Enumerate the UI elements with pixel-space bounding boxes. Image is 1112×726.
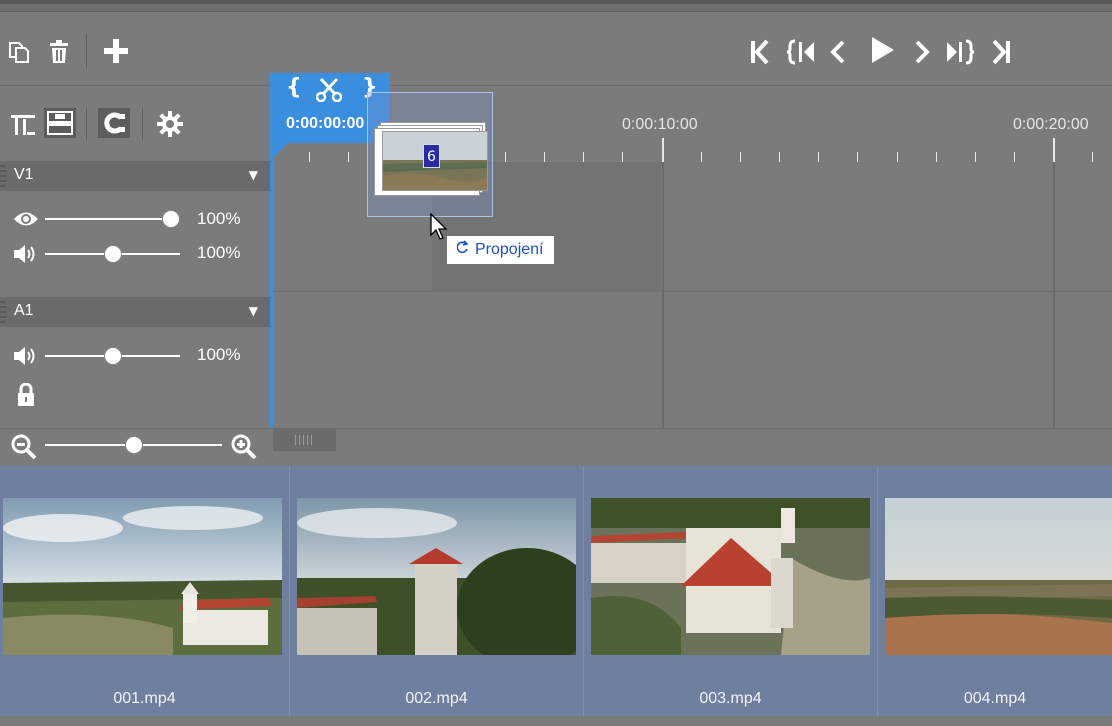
clip-thumbnail — [591, 498, 870, 655]
v1-visibility-slider[interactable] — [45, 209, 180, 229]
a1-volume-value: 100% — [197, 345, 241, 364]
playhead-time: 0:00:00:00 — [286, 115, 365, 132]
ruler-label-10s: 0:00:10:00 — [622, 116, 698, 133]
speaker-icon[interactable] — [12, 242, 38, 266]
v1-visibility-value: 100% — [197, 209, 241, 228]
clip-thumbnail — [297, 498, 576, 655]
tools-separator-2 — [142, 108, 143, 140]
track-headers-panel: V1 ▼ 100% 100% A1 ▼ 100% — [0, 86, 270, 428]
v1-track-name: V1 — [14, 166, 34, 183]
clip-name: 003.mp4 — [699, 690, 762, 707]
zoom-in-icon[interactable] — [230, 433, 258, 461]
a1-track-lane[interactable] — [270, 292, 1112, 428]
zoom-slider[interactable] — [45, 435, 222, 455]
grid-line — [1053, 162, 1055, 428]
chevron-down-icon[interactable]: ▼ — [249, 168, 258, 182]
clip-thumbnail — [885, 498, 1112, 655]
in-bracket-icon[interactable]: { — [286, 75, 302, 100]
eye-icon[interactable] — [12, 207, 40, 231]
clip-item[interactable]: 002.mp4 — [290, 466, 584, 716]
magnet-icon[interactable] — [98, 108, 130, 138]
trash-icon[interactable] — [46, 38, 72, 66]
drag-count-badge: 6 — [423, 144, 440, 168]
lock-icon[interactable] — [14, 382, 38, 408]
next-frame-button[interactable] — [910, 34, 934, 70]
horizontal-scrollbar-handle[interactable] — [273, 429, 336, 451]
tools-separator — [86, 108, 87, 140]
chevron-down-icon[interactable]: ▼ — [249, 304, 258, 318]
a1-track-header[interactable]: A1 ▼ — [0, 297, 270, 327]
clip-name: 004.mp4 — [963, 690, 1027, 707]
slider-knob[interactable] — [104, 245, 122, 263]
top-toolbar — [0, 12, 1112, 86]
clip-item[interactable]: 001.mp4 — [0, 466, 290, 716]
slider-knob[interactable] — [104, 347, 122, 365]
a1-track-name: A1 — [14, 302, 34, 319]
clip-item[interactable]: 003.mp4 — [584, 466, 878, 716]
next-marker-button[interactable] — [944, 34, 976, 70]
go-to-start-button[interactable] — [747, 34, 773, 70]
bin-bottom-bar — [0, 716, 1112, 726]
previous-marker-button[interactable] — [785, 34, 817, 70]
v1-volume-value: 100% — [197, 243, 241, 262]
grid-line — [662, 162, 664, 428]
plus-icon[interactable] — [101, 36, 131, 66]
speaker-icon[interactable] — [12, 344, 38, 368]
link-tooltip: Propojení — [447, 236, 554, 264]
playhead-pointer — [270, 143, 288, 161]
drag-grip[interactable] — [0, 165, 6, 187]
toolbar-separator — [86, 34, 87, 68]
split-track-icon[interactable] — [8, 110, 38, 138]
clip-name: 002.mp4 — [405, 690, 468, 707]
slider-knob[interactable] — [162, 210, 180, 228]
clip-name: 001.mp4 — [113, 690, 176, 707]
clip-thumbnail — [3, 498, 282, 655]
zoom-row — [0, 428, 1112, 465]
link-refresh-icon — [456, 240, 469, 259]
slider-knob[interactable] — [125, 436, 143, 454]
v1-volume-slider[interactable] — [45, 244, 180, 264]
go-to-end-button[interactable] — [988, 34, 1014, 70]
gear-icon[interactable] — [156, 110, 184, 138]
tooltip-text: Propojení — [475, 241, 544, 258]
mouse-cursor-icon — [430, 212, 448, 245]
media-bin: 001.mp4 002.mp4 003.mp4 004.mp4 — [0, 466, 1112, 726]
ruler-label-20s: 0:00:20:00 — [1013, 116, 1089, 133]
drag-preview: 6 — [367, 92, 493, 217]
scissors-icon[interactable] — [315, 77, 343, 106]
zoom-out-icon[interactable] — [10, 433, 38, 461]
drag-grip[interactable] — [0, 301, 6, 323]
clip-item[interactable]: 004.mp4 — [878, 466, 1112, 716]
previous-frame-button[interactable] — [826, 34, 850, 70]
v1-track-header[interactable]: V1 ▼ — [0, 161, 270, 191]
a1-volume-slider[interactable] — [45, 346, 180, 366]
copy-icon[interactable] — [5, 38, 33, 66]
track-mode-icon[interactable] — [44, 108, 76, 138]
window-top-strip — [0, 0, 1112, 12]
play-button[interactable] — [866, 32, 898, 68]
